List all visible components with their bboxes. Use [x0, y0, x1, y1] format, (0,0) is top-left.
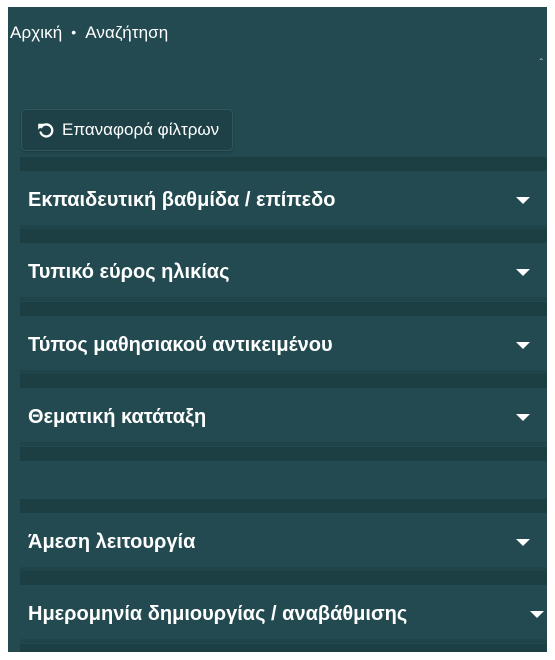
caret-down-icon	[516, 539, 530, 546]
facet-divider	[20, 225, 547, 229]
search-filters-panel: Αρχική • Αναζήτηση ˆ Επαναφορά φίλτρων Εκπ…	[8, 7, 547, 652]
facet-divider	[20, 229, 547, 243]
facet-label: Τυπικό εύρος ηλικίας	[28, 260, 230, 283]
facet-thematic-classification[interactable]: Θεματική κατάταξη	[20, 388, 547, 446]
facet-divider	[20, 442, 547, 446]
breadcrumb: Αρχική • Αναζήτηση	[10, 23, 168, 43]
facet-divider	[20, 499, 547, 513]
facet-divider	[20, 297, 547, 301]
facet-label: Εκπαιδευτική βαθμίδα / επίπεδο	[28, 188, 336, 211]
caret-down-icon	[516, 269, 530, 276]
reset-filters-button[interactable]: Επαναφορά φίλτρων	[21, 109, 234, 151]
facet-divider	[20, 157, 547, 171]
caret-down-icon	[530, 611, 544, 618]
caret-down-icon	[516, 197, 530, 204]
undo-icon	[37, 121, 55, 139]
facet-label: Τύπος μαθησιακού αντικειμένου	[28, 333, 333, 356]
facet-divider	[20, 374, 547, 388]
facet-label: Άμεση λειτουργία	[28, 530, 196, 553]
facet-divider	[20, 571, 547, 585]
breadcrumb-home-link[interactable]: Αρχική	[10, 23, 62, 42]
facet-direct-operation[interactable]: Άμεση λειτουργία	[20, 513, 547, 571]
facet-divider	[20, 644, 547, 652]
scroll-up-arrow-icon[interactable]: ˆ	[540, 58, 543, 69]
facet-age-range[interactable]: Τυπικό εύρος ηλικίας	[20, 243, 547, 301]
reset-filters-label: Επαναφορά φίλτρων	[62, 120, 220, 139]
facet-creation-date[interactable]: Ημερομηνία δημιουργίας / αναβάθμισης	[20, 585, 547, 643]
breadcrumb-separator: •	[71, 24, 77, 40]
breadcrumb-current: Αναζήτηση	[85, 23, 169, 42]
caret-down-icon	[516, 414, 530, 421]
facet-divider	[20, 447, 547, 461]
facet-education-level[interactable]: Εκπαιδευτική βαθμίδα / επίπεδο	[20, 171, 547, 229]
facet-divider	[20, 639, 547, 643]
facet-divider	[20, 370, 547, 374]
facet-label: Ημερομηνία δημιουργίας / αναβάθμισης	[28, 602, 408, 625]
facet-learning-object-type[interactable]: Τύπος μαθησιακού αντικειμένου	[20, 316, 547, 374]
facet-divider	[20, 302, 547, 316]
caret-down-icon	[516, 342, 530, 349]
facet-label: Θεματική κατάταξη	[28, 405, 207, 428]
facet-divider	[20, 567, 547, 571]
